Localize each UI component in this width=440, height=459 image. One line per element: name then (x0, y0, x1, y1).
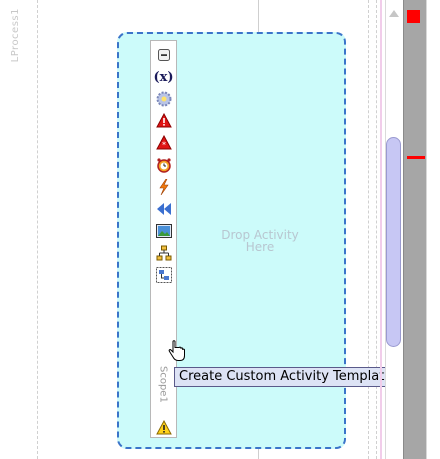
fault-handler-icon (155, 113, 172, 128)
catch-all-button[interactable]: * (151, 133, 176, 153)
process-lane-label: LProcess1 (6, 8, 24, 68)
hierarchy-button[interactable] (151, 243, 176, 263)
drop-hint-line2: Here (245, 240, 275, 254)
scroll-up-icon[interactable] (389, 10, 399, 17)
scope-name-text: Scope1 (157, 365, 169, 403)
error-location-marker[interactable] (407, 156, 425, 159)
alarm-icon (156, 158, 171, 173)
variables-icon: (x) (153, 69, 174, 85)
drop-activity-hint: Drop Activity Here (190, 229, 330, 253)
process-lane-label-text: LProcess1 (9, 8, 21, 63)
settings-button[interactable] (151, 89, 176, 109)
catch-all-icon: * (155, 135, 172, 150)
overview-ruler[interactable] (403, 0, 426, 459)
lane-divider (37, 0, 38, 459)
image-button[interactable] (151, 221, 176, 241)
right-lane-strip (380, 0, 382, 459)
gear-icon (156, 91, 171, 107)
event-button[interactable] (151, 177, 176, 197)
image-icon (155, 224, 172, 238)
scrollbar-thumb[interactable] (386, 137, 401, 347)
hierarchy-icon (156, 245, 171, 261)
create-template-icon (155, 267, 172, 283)
warning-button[interactable] (151, 417, 176, 437)
create-template-button[interactable] (151, 265, 176, 285)
alarm-button[interactable] (151, 155, 176, 175)
edge-panel (426, 0, 440, 459)
fault-handler-button[interactable] (151, 111, 176, 131)
event-icon (158, 179, 169, 195)
lane-boundary (258, 0, 259, 36)
right-lane-divider (368, 0, 369, 459)
hand-cursor-icon (168, 340, 185, 361)
svg-text:*: * (162, 141, 166, 150)
tooltip: Create Custom Activity Template (174, 367, 398, 387)
right-lane-divider-2 (376, 0, 377, 459)
compensation-icon (156, 203, 171, 215)
variables-button[interactable]: (x) (151, 67, 176, 87)
warning-icon (155, 419, 172, 434)
scope-name-label: Scope1 (154, 360, 172, 408)
collapse-button[interactable] (151, 45, 176, 65)
collapse-icon (157, 49, 170, 61)
compensation-button[interactable] (151, 199, 176, 219)
error-marker-icon[interactable] (407, 10, 420, 23)
